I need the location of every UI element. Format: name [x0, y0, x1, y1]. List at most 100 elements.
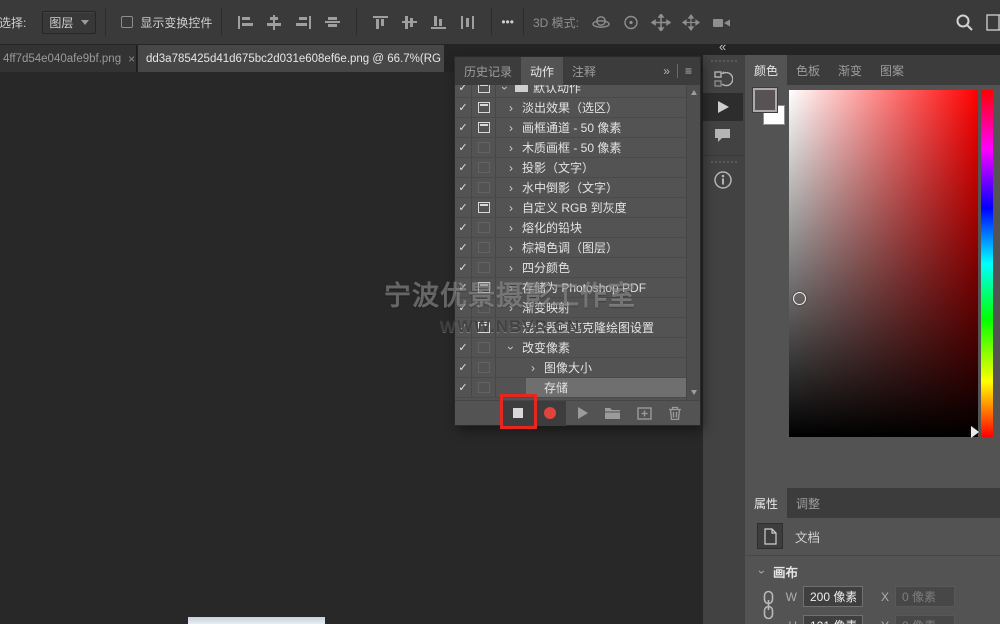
- tab-patterns[interactable]: 图案: [871, 55, 913, 85]
- width-input[interactable]: [803, 586, 863, 607]
- align-right-icon[interactable]: [295, 15, 312, 30]
- chevron-closed-icon[interactable]: ›: [504, 302, 518, 314]
- dialog-toggle[interactable]: [472, 258, 496, 277]
- action-row[interactable]: ✓›图像大小: [455, 358, 686, 378]
- tab-notes[interactable]: 注释: [563, 57, 605, 85]
- panel-menu-icon[interactable]: ≡: [685, 64, 692, 78]
- dialog-toggle[interactable]: [472, 298, 496, 317]
- action-row[interactable]: ✓›四分颜色: [455, 258, 686, 278]
- dock-grip[interactable]: [711, 161, 737, 163]
- dialog-toggle[interactable]: [472, 338, 496, 357]
- dialog-toggle[interactable]: [472, 318, 496, 337]
- chevron-closed-icon[interactable]: ›: [504, 102, 518, 114]
- dialog-toggle[interactable]: [472, 358, 496, 377]
- dialog-toggle[interactable]: [472, 238, 496, 257]
- delete-action-button[interactable]: [668, 406, 682, 420]
- tab-color[interactable]: 颜色: [745, 55, 787, 85]
- dialog-toggle[interactable]: [472, 198, 496, 217]
- pan-3d-icon[interactable]: [651, 14, 671, 31]
- align-middle-icon[interactable]: [401, 15, 418, 30]
- chevron-closed-icon[interactable]: ›: [504, 322, 518, 334]
- tab-swatches[interactable]: 色板: [787, 55, 829, 85]
- play-button[interactable]: [578, 407, 588, 419]
- action-row[interactable]: ✓›渐变映射: [455, 298, 686, 318]
- dialog-toggle[interactable]: [472, 278, 496, 297]
- saturation-brightness-field[interactable]: [789, 90, 978, 437]
- hue-slider-pointer[interactable]: [971, 426, 979, 438]
- action-row[interactable]: ✓›木质画框 - 50 像素: [455, 138, 686, 158]
- include-checkmark[interactable]: ✓: [455, 218, 472, 237]
- workspace-panel-icon[interactable]: [986, 14, 1000, 31]
- history-panel-icon[interactable]: [703, 65, 743, 93]
- chevron-closed-icon[interactable]: ›: [504, 182, 518, 194]
- chevron-closed-icon[interactable]: ›: [526, 362, 540, 374]
- include-checkmark[interactable]: ✓: [455, 298, 472, 317]
- scroll-down-icon[interactable]: [691, 390, 697, 395]
- dialog-toggle[interactable]: [472, 218, 496, 237]
- hue-slider[interactable]: [981, 90, 993, 437]
- chevron-closed-icon[interactable]: ›: [504, 162, 518, 174]
- action-row[interactable]: ✓›投影（文字）: [455, 158, 686, 178]
- action-row[interactable]: ✓›画框通道 - 50 像素: [455, 118, 686, 138]
- include-checkmark[interactable]: ✓: [455, 278, 472, 297]
- action-row[interactable]: ✓›存储为 Photoshop PDF: [455, 278, 686, 298]
- color-cursor-ring[interactable]: [793, 292, 806, 305]
- include-checkmark[interactable]: ✓: [455, 198, 472, 217]
- align-center-horizontal-icon[interactable]: [266, 15, 283, 30]
- chevron-closed-icon[interactable]: ›: [504, 142, 518, 154]
- camera-3d-icon[interactable]: [711, 14, 731, 31]
- action-row[interactable]: ✓存储: [455, 378, 686, 398]
- slide-3d-icon[interactable]: [681, 14, 701, 31]
- chevron-closed-icon[interactable]: ›: [504, 202, 518, 214]
- dock-grip[interactable]: [711, 60, 737, 62]
- document-tab-active[interactable]: dd3a785425d41d675bc2d031e608ef6e.png @ 6…: [138, 45, 444, 72]
- tab-properties[interactable]: 属性: [745, 488, 787, 518]
- new-set-folder-button[interactable]: [604, 407, 621, 420]
- include-checkmark[interactable]: ✓: [455, 158, 472, 177]
- new-action-button[interactable]: [637, 407, 652, 420]
- show-transform-checkbox[interactable]: [121, 16, 133, 28]
- document-tab-inactive[interactable]: 4ff7d54e040afe9bf.png ×: [0, 45, 137, 72]
- chevron-closed-icon[interactable]: ›: [504, 282, 518, 294]
- dialog-toggle[interactable]: [472, 138, 496, 157]
- chevron-open-icon[interactable]: ›: [505, 341, 517, 355]
- tab-gradients[interactable]: 渐变: [829, 55, 871, 85]
- notes-panel-icon[interactable]: [703, 121, 743, 149]
- action-row[interactable]: ✓›棕褐色调（图层）: [455, 238, 686, 258]
- align-top-icon[interactable]: [372, 15, 389, 30]
- roll-3d-icon[interactable]: [621, 14, 641, 31]
- action-row[interactable]: ✓›自定义 RGB 到灰度: [455, 198, 686, 218]
- info-panel-icon[interactable]: [703, 166, 743, 194]
- action-row[interactable]: ✓›默认动作: [455, 85, 686, 98]
- chevron-open-icon[interactable]: ›: [499, 85, 511, 95]
- align-left-icon[interactable]: [237, 15, 254, 30]
- actions-scrollbar[interactable]: [686, 85, 700, 400]
- align-center-vertical-icon[interactable]: [324, 15, 341, 30]
- include-checkmark[interactable]: ✓: [455, 98, 472, 117]
- action-row[interactable]: ✓›混合器画笔克隆绘图设置: [455, 318, 686, 338]
- include-checkmark[interactable]: ✓: [455, 178, 472, 197]
- include-checkmark[interactable]: ✓: [455, 85, 472, 97]
- chevron-closed-icon[interactable]: ›: [504, 262, 518, 274]
- include-checkmark[interactable]: ✓: [455, 338, 472, 357]
- x-input[interactable]: [895, 586, 955, 607]
- action-row[interactable]: ✓›改变像素: [455, 338, 686, 358]
- include-checkmark[interactable]: ✓: [455, 358, 472, 377]
- dialog-toggle[interactable]: [472, 158, 496, 177]
- link-dimensions-icon[interactable]: [762, 590, 775, 620]
- tab-actions[interactable]: 动作: [521, 57, 563, 85]
- action-row[interactable]: ✓›熔化的铅块: [455, 218, 686, 238]
- dialog-toggle[interactable]: [472, 98, 496, 117]
- distribute-horizontal-icon[interactable]: [459, 15, 476, 30]
- search-icon[interactable]: [955, 13, 974, 32]
- dialog-toggle[interactable]: [472, 85, 496, 97]
- align-bottom-icon[interactable]: [430, 15, 447, 30]
- include-checkmark[interactable]: ✓: [455, 258, 472, 277]
- include-checkmark[interactable]: ✓: [455, 138, 472, 157]
- collapse-panels-button[interactable]: «: [719, 39, 725, 54]
- orbit-3d-icon[interactable]: [591, 14, 611, 31]
- expand-panel-icon[interactable]: »: [663, 64, 670, 78]
- chevron-closed-icon[interactable]: ›: [504, 242, 518, 254]
- foreground-color-swatch[interactable]: [753, 88, 777, 112]
- more-options-button[interactable]: •••: [501, 15, 514, 29]
